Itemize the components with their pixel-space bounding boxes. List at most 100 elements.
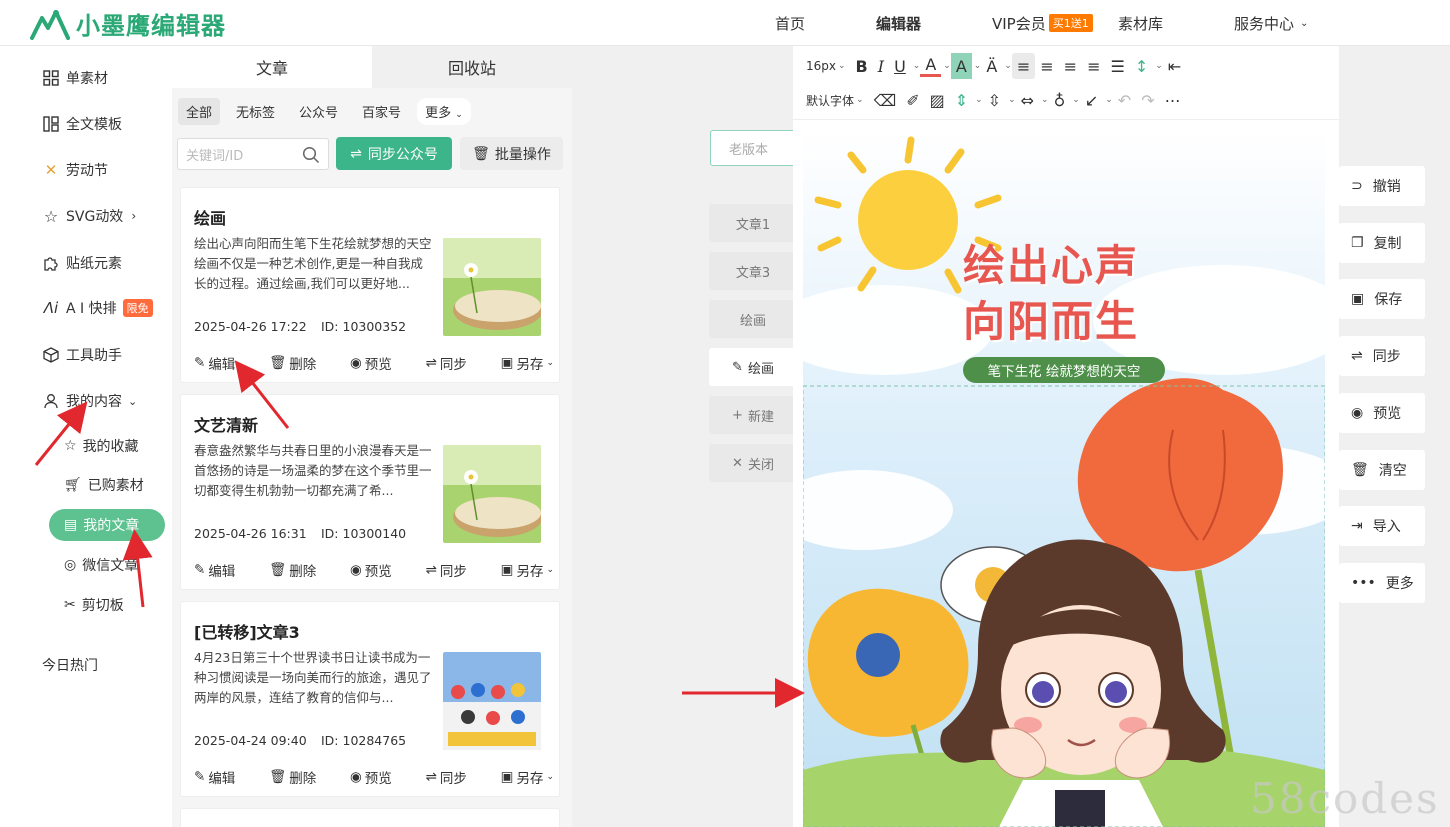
search-icon[interactable] — [302, 146, 320, 164]
doc-tab[interactable]: 绘画 — [709, 300, 797, 338]
new-doc-button[interactable]: + 新建 — [709, 396, 797, 434]
font-family-value: 默认字体 — [806, 93, 855, 108]
sidebar-item-toolkit[interactable]: 工具助手 — [42, 345, 122, 365]
sidebar-item-ai[interactable]: Λi A I 快排 限免 — [42, 298, 153, 318]
undo-icon[interactable]: ↶ — [1113, 87, 1136, 113]
delete-button[interactable]: 🗑︎ 删除 — [269, 767, 316, 787]
save-as-button[interactable]: ▣ 另存 ⌄ — [501, 767, 554, 787]
nav-materials[interactable]: 素材库 — [1118, 0, 1163, 46]
align-justify-icon[interactable]: ≡ — [1082, 53, 1105, 79]
poster-title[interactable]: 绘出心声 向阳而生 — [963, 238, 1139, 350]
editor-canvas[interactable]: 绘出心声 向阳而生 笔下生花 绘就梦想的天空 — [803, 130, 1325, 827]
chevron-down-icon: ⌄ — [975, 95, 983, 105]
highlight-icon[interactable]: A — [950, 53, 972, 79]
delete-button[interactable]: 🗑︎ 删除 — [269, 353, 316, 373]
sync-button[interactable]: ⇌ 同步 — [1339, 336, 1425, 376]
search-input[interactable]: 关键词/ID — [177, 138, 329, 170]
letter-spacing-icon[interactable]: ⇔ — [1016, 87, 1039, 113]
sidebar-sub-clipboard[interactable]: ✂ 剪切板 — [64, 595, 124, 615]
save-as-button[interactable]: ▣ 另存 ⌄ — [501, 353, 554, 373]
delete-button[interactable]: 🗑︎ 删除 — [269, 560, 316, 580]
preview-button[interactable]: ◉ 预览 — [350, 560, 392, 580]
sync-button[interactable]: ⇌ 同步 — [426, 767, 467, 787]
font-size-select[interactable]: 16px ⌄ — [801, 53, 851, 79]
sidebar-item-stickers[interactable]: 贴纸元素 — [42, 253, 122, 273]
preview-button[interactable]: ◉ 预览 — [350, 353, 392, 373]
more-button[interactable]: ••• 更多 — [1339, 563, 1425, 603]
filter-baijia[interactable]: 百家号 — [354, 98, 409, 125]
sidebar-item-single[interactable]: 单素材 — [42, 68, 108, 88]
sidebar-sub-wechat[interactable]: ◎ 微信文章 — [64, 555, 138, 575]
sidebar-item-hot[interactable]: 今日热门 — [42, 655, 98, 675]
doc-tab-active[interactable]: ✎ 绘画 — [709, 348, 797, 386]
user-icon — [42, 392, 60, 410]
article-card[interactable]: 文艺清新 春意盎然繁华与共春日里的小浪漫春天是一首悠扬的诗是一场温柔的梦在这个季… — [180, 394, 560, 590]
article-card[interactable] — [180, 808, 560, 827]
sidebar-sub-purchased[interactable]: 🛒︎ 已购素材 — [64, 475, 144, 495]
bulb-icon[interactable]: ♁ — [1049, 87, 1071, 113]
sync-button[interactable]: ⇌ 同步 — [426, 560, 467, 580]
filter-all[interactable]: 全部 — [178, 98, 221, 125]
indent-icon[interactable]: ☰ — [1105, 53, 1129, 79]
article-card[interactable]: [已转移]文章3 4月23日第三十个世界读书日让读书成为一种习惯阅读是一场向美而… — [180, 601, 560, 797]
import-button[interactable]: ⇥ 导入 — [1339, 506, 1425, 546]
filter-wechat[interactable]: 公众号 — [291, 98, 346, 125]
article-card[interactable]: 绘画 绘出心声向阳而生笔下生花绘就梦想的天空绘画不仅是一种艺术创作,更是一种自我… — [180, 187, 560, 383]
doc-tab[interactable]: 文章1 — [709, 204, 797, 242]
save-button[interactable]: ▣ 保存 — [1339, 279, 1425, 319]
old-version-button[interactable]: 老版本 — [710, 130, 800, 166]
copy-button[interactable]: ❐ 复制 — [1339, 223, 1425, 263]
sync-button[interactable]: ⇌ 同步 — [426, 353, 467, 373]
logo[interactable]: 小墨鹰编辑器 — [30, 6, 226, 41]
edit-button[interactable]: ✎ 编辑 — [194, 767, 235, 787]
cursor-icon[interactable]: ↙ — [1080, 87, 1103, 113]
save-as-button[interactable]: ▣ 另存 ⌄ — [501, 560, 554, 580]
batch-operation-button[interactable]: 🗑︎ 批量操作 — [460, 137, 563, 170]
nav-service[interactable]: 服务中心 ⌄ — [1234, 0, 1308, 46]
font-family-select[interactable]: 默认字体 ⌄ — [801, 87, 869, 113]
format-brush-icon[interactable]: ✐ — [901, 87, 924, 113]
align-right-icon[interactable]: ≡ — [1059, 53, 1082, 79]
image-icon[interactable]: ▨ — [925, 87, 950, 113]
align-center-icon[interactable]: ≡ — [1035, 53, 1058, 79]
undo-button[interactable]: ⊃ 撤销 — [1339, 166, 1425, 206]
sidebar-item-svg[interactable]: ☆ SVG动效 › — [42, 206, 136, 226]
italic-icon[interactable]: I — [873, 53, 889, 79]
underline-icon[interactable]: U — [889, 53, 911, 79]
sync-wechat-button[interactable]: ⇌ 同步公众号 — [336, 137, 452, 170]
sidebar-item-template[interactable]: 全文模板 — [42, 114, 122, 134]
close-doc-button[interactable]: ✕ 关闭 — [709, 444, 797, 482]
edit-button[interactable]: ✎ 编辑 — [194, 353, 235, 373]
spacing-icon[interactable]: ⇕ — [950, 87, 973, 113]
filter-more[interactable]: 更多 ⌄ — [417, 98, 471, 125]
article-thumbnail — [443, 652, 541, 750]
redo-icon[interactable]: ↷ — [1136, 87, 1159, 113]
sidebar-sub-my-articles[interactable]: ▤ 我的文章 — [49, 509, 165, 541]
import-icon[interactable]: ⇤ — [1163, 53, 1186, 79]
paragraph-spacing-icon[interactable]: ⇳ — [983, 87, 1006, 113]
nav-editor[interactable]: 编辑器 — [876, 0, 921, 46]
clear-button[interactable]: 🗑︎ 清空 — [1339, 450, 1425, 490]
poster-subtitle[interactable]: 笔下生花 绘就梦想的天空 — [963, 357, 1165, 383]
nav-home[interactable]: 首页 — [775, 0, 805, 46]
doc-tab[interactable]: 文章3 — [709, 252, 797, 290]
align-left-icon[interactable]: ≡ — [1011, 53, 1036, 79]
sidebar-item-my-content[interactable]: 我的内容 ⌄ — [42, 391, 137, 411]
font-color-icon[interactable]: A — [920, 55, 942, 77]
text-effect-icon[interactable]: Ä — [981, 53, 1002, 79]
eraser-icon[interactable]: ⌫ — [869, 87, 902, 113]
tab-recycle-bin[interactable]: 回收站 — [372, 46, 572, 88]
sidebar-sub-favorites[interactable]: ☆ 我的收藏 — [64, 436, 139, 456]
line-height-icon[interactable]: ↕ — [1130, 53, 1153, 79]
preview-button[interactable]: ◉ 预览 — [1339, 393, 1425, 433]
sidebar-item-labor-day[interactable]: ✕ 劳动节 — [42, 160, 108, 180]
edit-button[interactable]: ✎ 编辑 — [194, 560, 235, 580]
preview-button[interactable]: ◉ 预览 — [350, 767, 392, 787]
filter-untagged[interactable]: 无标签 — [228, 98, 283, 125]
bold-icon[interactable]: B — [851, 53, 873, 79]
nav-vip[interactable]: VIP会员 买1送1 — [992, 0, 1093, 46]
tab-articles[interactable]: 文章 — [172, 46, 372, 88]
more-icon[interactable]: ⋯ — [1160, 87, 1186, 113]
delete-label: 删除 — [289, 357, 317, 373]
article-id: ID: 10300352 — [321, 319, 407, 334]
